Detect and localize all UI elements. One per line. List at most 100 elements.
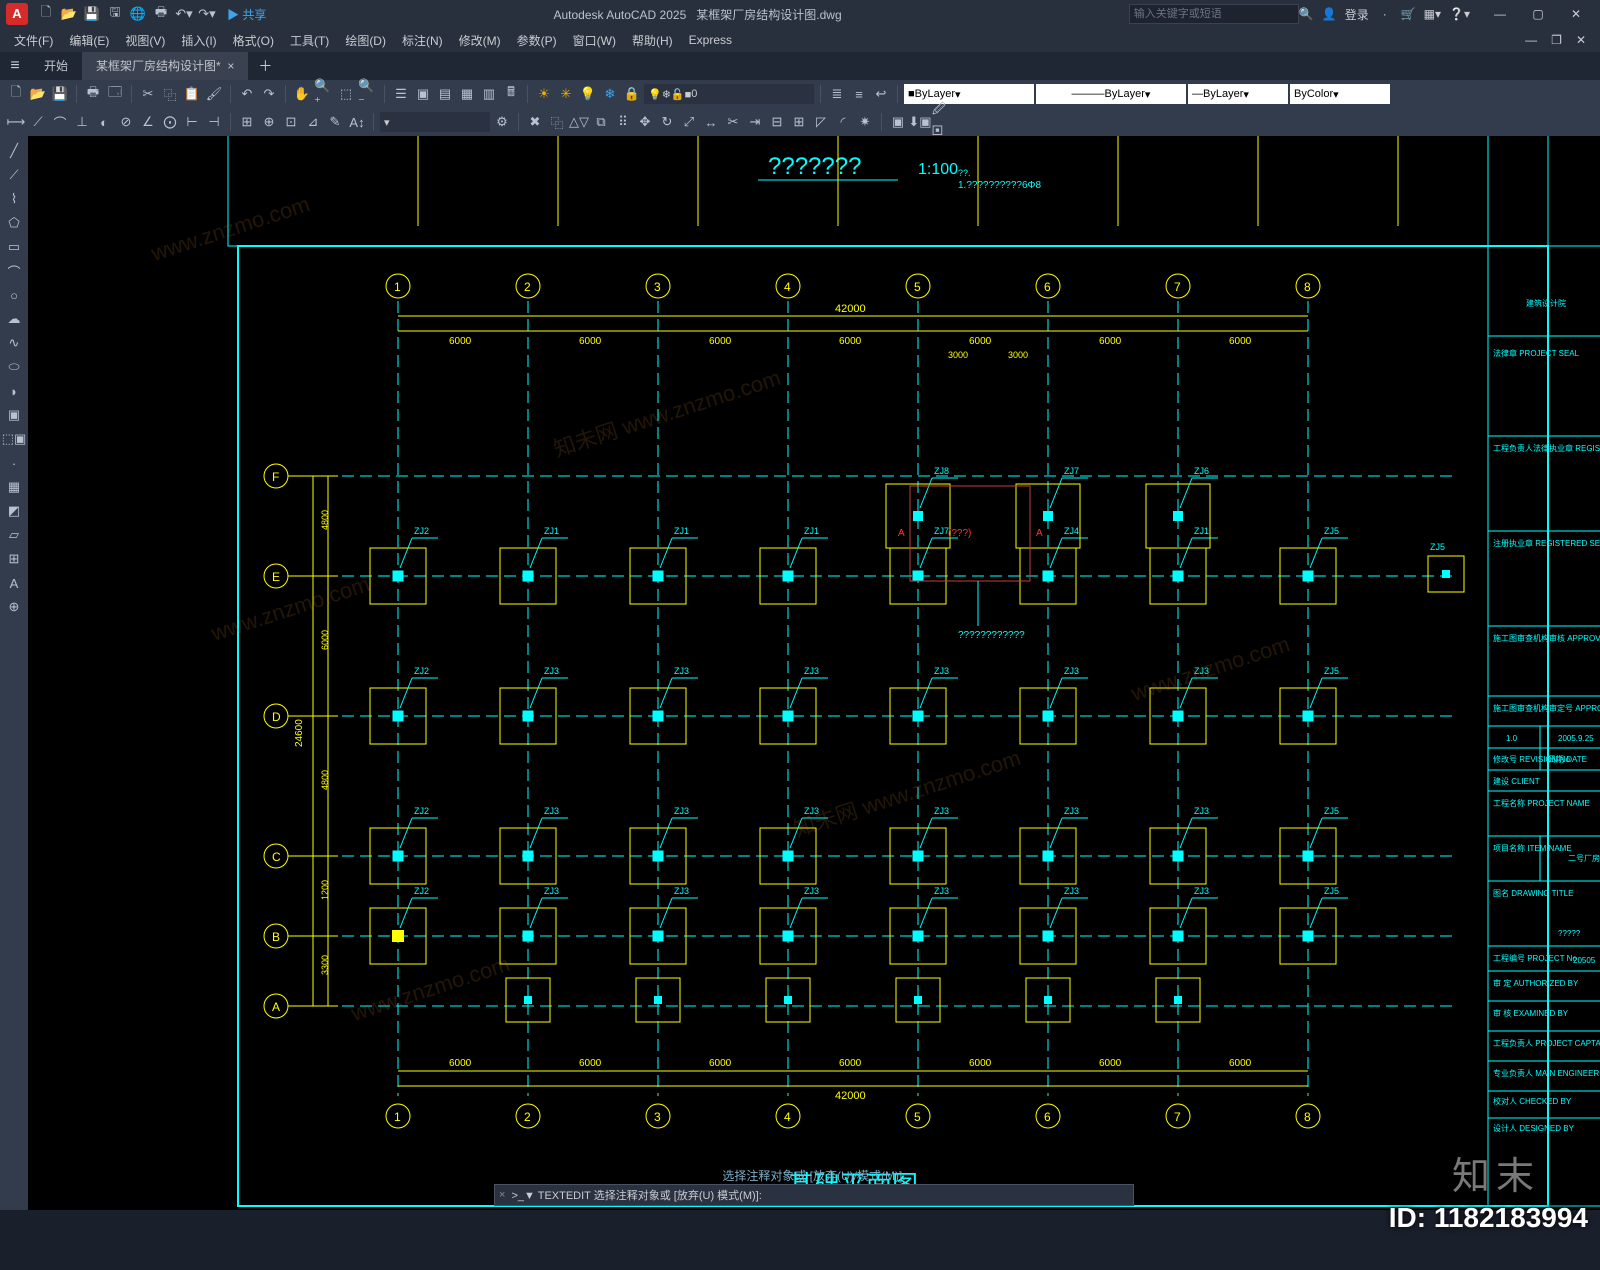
insert-icon[interactable]: ⬇▣ <box>910 112 930 132</box>
dim-cont-icon[interactable]: ⊣ <box>204 112 224 132</box>
block-icon[interactable]: ▣ <box>888 112 908 132</box>
region-icon[interactable]: ▱ <box>3 524 25 546</box>
spline-icon[interactable]: ∿ <box>3 332 25 354</box>
menu-dim[interactable]: 标注(N) <box>396 32 449 49</box>
menu-insert[interactable]: 插入(I) <box>175 32 222 49</box>
dimedit-icon[interactable]: ✎ <box>325 112 345 132</box>
pan-icon[interactable]: ✋ <box>292 84 312 104</box>
join-icon[interactable]: ⊞ <box>789 112 809 132</box>
addsel-icon[interactable]: ⊕ <box>3 596 25 618</box>
xline-icon[interactable]: ⟋ <box>3 164 25 186</box>
menu-express[interactable]: Express <box>683 33 738 47</box>
arc-icon[interactable]: ⌒ <box>3 260 25 282</box>
search-input[interactable]: 输入关键字或短语 <box>1129 4 1299 24</box>
tool-pal-icon[interactable]: ▤ <box>435 84 455 104</box>
jog-icon[interactable]: ⊿ <box>303 112 323 132</box>
tab-start[interactable]: 开始 <box>30 52 82 80</box>
layer-combo[interactable]: 💡❄🔓■ 0 <box>644 84 814 104</box>
table-icon[interactable]: ⊞ <box>3 548 25 570</box>
login-link[interactable]: 登录 <box>1345 6 1369 23</box>
menu-file[interactable]: 文件(F) <box>8 32 59 49</box>
dim-arc-icon[interactable]: ⌒ <box>50 112 70 132</box>
save-icon[interactable]: 💾 <box>82 4 102 24</box>
rect-icon[interactable]: ▭ <box>3 236 25 258</box>
make-block-icon[interactable]: ⬚▣ <box>3 428 25 450</box>
dim-dia-icon[interactable]: ⊘ <box>116 112 136 132</box>
layer-prev-icon[interactable]: ↩ <box>871 84 891 104</box>
doc-restore-icon[interactable]: ❐ <box>1545 33 1568 47</box>
menu-format[interactable]: 格式(O) <box>227 32 280 49</box>
stretch-icon[interactable]: ↔ <box>701 112 721 132</box>
tab-add-button[interactable]: ＋ <box>248 56 282 76</box>
array-icon[interactable]: ⠿ <box>613 112 633 132</box>
app-logo[interactable]: A <box>6 3 28 25</box>
lock-layer-icon[interactable]: 🔒 <box>622 84 642 104</box>
menu-modify[interactable]: 修改(M) <box>453 32 507 49</box>
command-text[interactable]: >_▼ TEXTEDIT 选择注释对象或 [放弃(U) 模式(M)]: <box>511 1187 761 1203</box>
share-button[interactable]: ▶ 共享 <box>227 6 266 23</box>
tab-document[interactable]: 某框架厂房结构设计图* × <box>82 52 248 80</box>
doc-close-icon[interactable]: ✕ <box>1570 33 1592 47</box>
save-file-icon[interactable]: 💾 <box>50 84 70 104</box>
drawing-canvas[interactable]: ??????? 1:100 ??. 1.??????????6Φ8 建筑设计院 … <box>28 136 1600 1210</box>
erase-icon[interactable]: ✖ <box>525 112 545 132</box>
layer-state-icon[interactable]: ≡ <box>849 84 869 104</box>
fillet-icon[interactable]: ◜ <box>833 112 853 132</box>
match-icon[interactable]: 🖌 <box>204 84 224 104</box>
apps-icon[interactable]: ▦▾ <box>1424 7 1441 21</box>
move-icon[interactable]: ✥ <box>635 112 655 132</box>
user-icon[interactable]: 👤 <box>1322 7 1337 21</box>
help-icon[interactable]: ❔▾ <box>1449 7 1470 21</box>
new-doc-icon[interactable]: 🗋 <box>6 84 26 104</box>
copy-icon[interactable]: ⿻ <box>160 84 180 104</box>
hamburger-icon[interactable]: ≡ <box>0 57 30 75</box>
plotstyle-combo[interactable]: ByColor ▾ <box>1290 84 1390 104</box>
ellipse-arc-icon[interactable]: ◗ <box>3 380 25 402</box>
calc-icon[interactable]: 🖩 <box>501 84 521 104</box>
prop-icon[interactable]: ☰ <box>391 84 411 104</box>
linetype-combo[interactable]: ——— ByLayer ▾ <box>1036 84 1186 104</box>
hatch-icon[interactable]: ▦ <box>3 476 25 498</box>
dim-ord-icon[interactable]: ⊥ <box>72 112 92 132</box>
dim-quick-icon[interactable]: ⨀ <box>160 112 180 132</box>
dim-ang-icon[interactable]: ∠ <box>138 112 158 132</box>
menu-tools[interactable]: 工具(T) <box>284 32 335 49</box>
trim-icon[interactable]: ✂ <box>723 112 743 132</box>
zoom-win-icon[interactable]: ⬚ <box>336 84 356 104</box>
menu-window[interactable]: 窗口(W) <box>567 32 622 49</box>
pline-icon[interactable]: ⌇ <box>3 188 25 210</box>
web-icon[interactable]: 🌐 <box>128 4 148 24</box>
copy-obj-icon[interactable]: ⿻ <box>547 112 567 132</box>
dim-radius-icon[interactable]: ◐ <box>94 112 114 132</box>
print-icon[interactable]: 🖶 <box>83 84 103 104</box>
maximize-button[interactable]: ▢ <box>1520 2 1556 26</box>
menu-edit[interactable]: 编辑(E) <box>63 32 115 49</box>
bulb-on-icon[interactable]: 💡 <box>578 84 598 104</box>
ellipse-icon[interactable]: ⬭ <box>3 356 25 378</box>
light-icon[interactable]: ✳ <box>556 84 576 104</box>
command-line[interactable]: 选择注释对象或 [放弃(U)/模式(M)]: ×>_▼ TEXTEDIT 选择注… <box>494 1167 1134 1206</box>
circle-icon[interactable]: ○ <box>3 284 25 306</box>
lineweight-combo[interactable]: — ByLayer ▾ <box>1188 84 1288 104</box>
cut-icon[interactable]: ✂ <box>138 84 158 104</box>
preview-icon[interactable]: 🗔 <box>105 84 125 104</box>
open-icon[interactable]: 📂 <box>59 4 79 24</box>
zoom-prev-icon[interactable]: 🔍⁻ <box>358 84 378 104</box>
inspect-icon[interactable]: ⊡ <box>281 112 301 132</box>
menu-help[interactable]: 帮助(H) <box>626 32 679 49</box>
explode-icon[interactable]: ✷ <box>855 112 875 132</box>
extend-icon[interactable]: ⇥ <box>745 112 765 132</box>
undo-icon[interactable]: ↶▾ <box>174 4 194 24</box>
layer-mgr-icon[interactable]: ≣ <box>827 84 847 104</box>
undo-tool-icon[interactable]: ↶ <box>237 84 257 104</box>
chamfer-icon[interactable]: ◸ <box>811 112 831 132</box>
paste-icon[interactable]: 📋 <box>182 84 202 104</box>
edit-block-icon[interactable]: 🖉▣ <box>932 112 952 132</box>
search-icon[interactable]: 🔍 <box>1299 7 1314 21</box>
minimize-button[interactable]: — <box>1482 2 1518 26</box>
polygon-icon[interactable]: ⬠ <box>3 212 25 234</box>
dim-aligned-icon[interactable]: ⟋ <box>28 112 48 132</box>
tol-icon[interactable]: ⊞ <box>237 112 257 132</box>
revcloud-icon[interactable]: ☁ <box>3 308 25 330</box>
scale-icon[interactable]: ⤢ <box>679 112 699 132</box>
